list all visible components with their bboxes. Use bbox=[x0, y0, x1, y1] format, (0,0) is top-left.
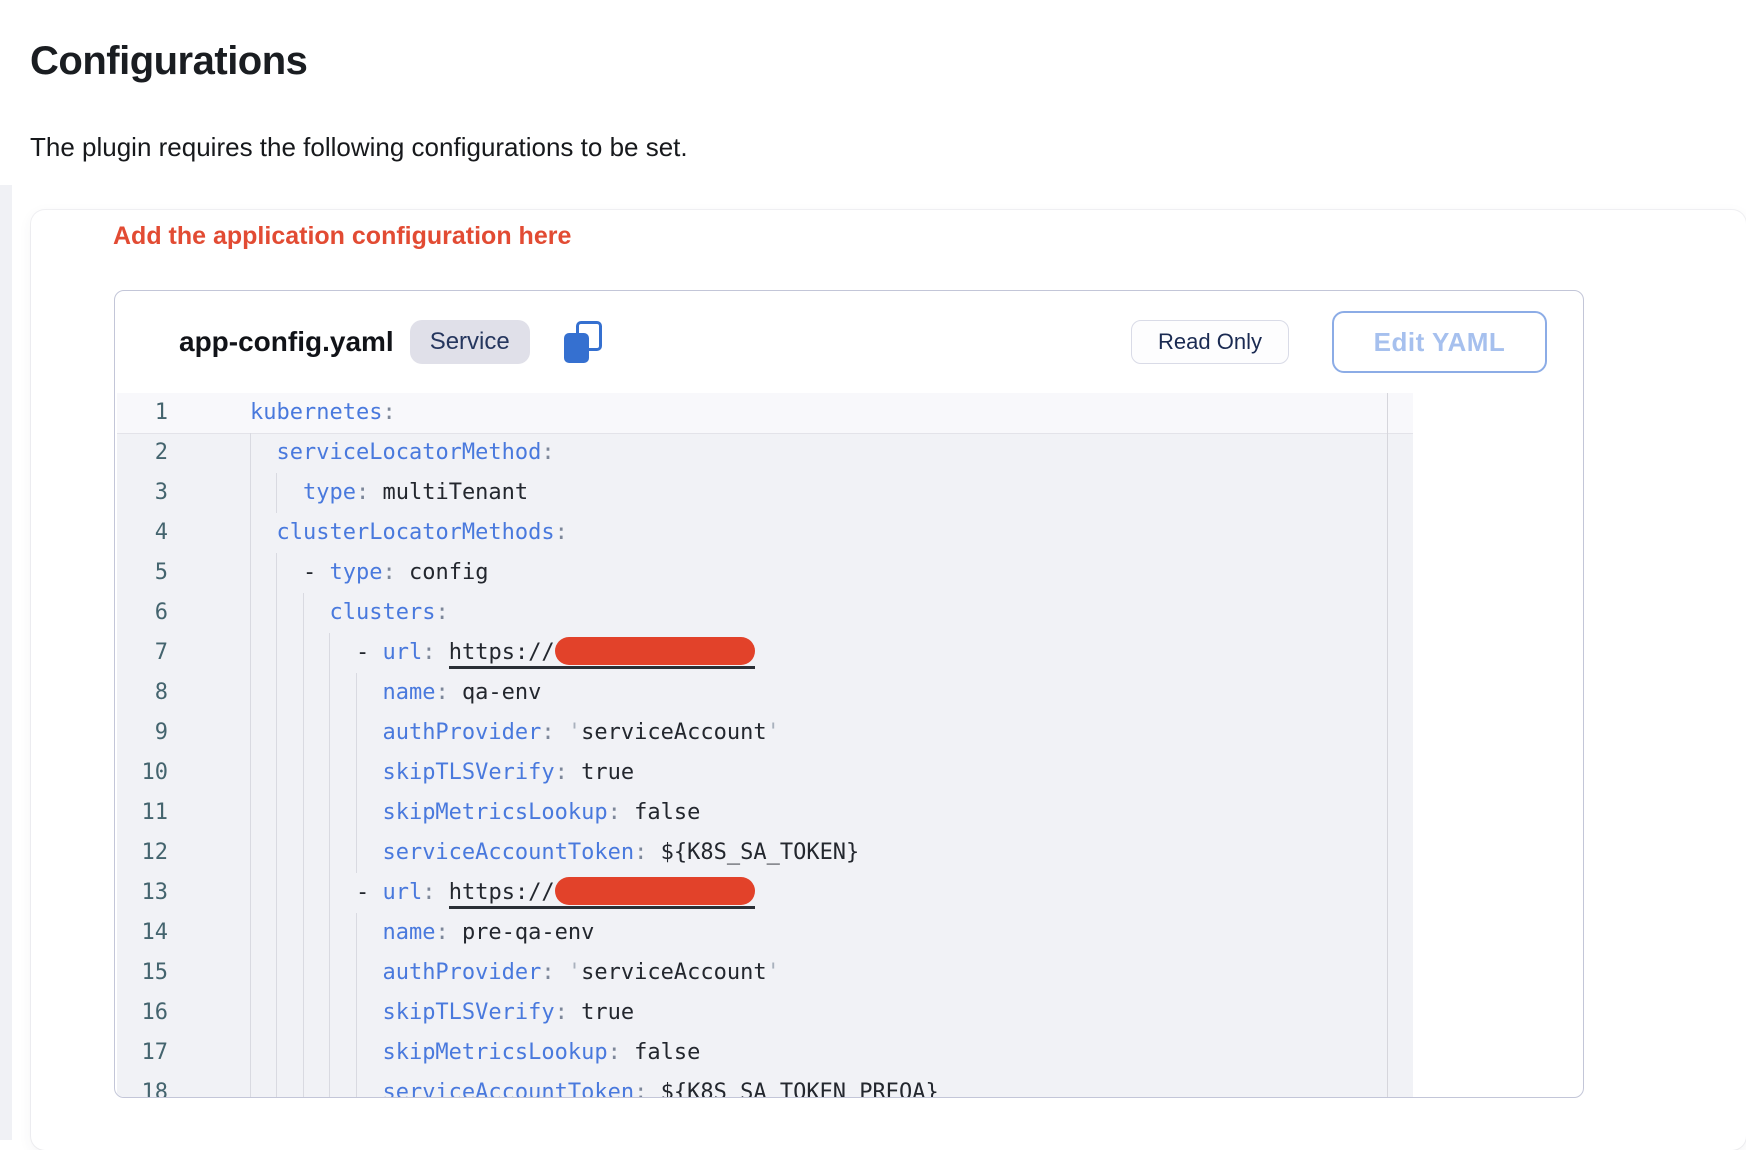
code-line: 13 - url: https:// bbox=[117, 873, 1388, 913]
line-number: 5 bbox=[117, 553, 168, 593]
vertical-scrollbar[interactable] bbox=[1387, 393, 1413, 1098]
code-text: skipMetricsLookup: false bbox=[250, 793, 700, 833]
code-editor[interactable]: 1kubernetes:2 serviceLocatorMethod:3 typ… bbox=[117, 393, 1413, 1098]
line-number: 12 bbox=[117, 833, 168, 873]
line-number: 18 bbox=[117, 1073, 168, 1098]
code-line: 2 serviceLocatorMethod: bbox=[117, 433, 1388, 473]
line-number: 1 bbox=[117, 393, 168, 433]
code-lines: 1kubernetes:2 serviceLocatorMethod:3 typ… bbox=[117, 393, 1388, 1098]
editor-header: app-config.yaml Service Read Only Edit Y… bbox=[115, 291, 1583, 393]
redacted-url bbox=[555, 637, 755, 665]
code-line: 8 name: qa-env bbox=[117, 673, 1388, 713]
code-line: 10 skipTLSVerify: true bbox=[117, 753, 1388, 793]
line-number: 11 bbox=[117, 793, 168, 833]
line-number: 14 bbox=[117, 913, 168, 953]
line-number: 6 bbox=[117, 593, 168, 633]
code-text: type: multiTenant bbox=[250, 473, 528, 513]
code-text: clusters: bbox=[250, 593, 449, 633]
code-line: 16 skipTLSVerify: true bbox=[117, 993, 1388, 1033]
line-number: 4 bbox=[117, 513, 168, 553]
code-text: skipMetricsLookup: false bbox=[250, 1033, 700, 1073]
copy-icon-front bbox=[564, 333, 589, 363]
line-number: 16 bbox=[117, 993, 168, 1033]
code-line: 12 serviceAccountToken: ${K8S_SA_TOKEN} bbox=[117, 833, 1388, 873]
line-number: 10 bbox=[117, 753, 168, 793]
line-number: 7 bbox=[117, 633, 168, 673]
code-line: 7 - url: https:// bbox=[117, 633, 1388, 673]
code-line: 18 serviceAccountToken: ${K8S_SA_TOKEN_P… bbox=[117, 1073, 1388, 1098]
page-title: Configurations bbox=[30, 39, 307, 84]
filename-label: app-config.yaml bbox=[179, 326, 394, 358]
code-line: 15 authProvider: 'serviceAccount' bbox=[117, 953, 1388, 993]
code-text: serviceAccountToken: ${K8S_SA_TOKEN_PREQ… bbox=[250, 1073, 939, 1098]
code-text: skipTLSVerify: true bbox=[250, 753, 634, 793]
line-number: 17 bbox=[117, 1033, 168, 1073]
copy-button[interactable] bbox=[564, 321, 602, 363]
url-link[interactable]: https:// bbox=[449, 880, 755, 909]
code-text: authProvider: 'serviceAccount' bbox=[250, 953, 780, 993]
code-line: 4 clusterLocatorMethods: bbox=[117, 513, 1388, 553]
code-line: 1 kubernetes: bbox=[117, 393, 1388, 433]
code-line: 3 type: multiTenant bbox=[117, 473, 1388, 513]
code-text: serviceLocatorMethod: bbox=[250, 433, 555, 473]
code-line: 5 - type: config bbox=[117, 553, 1388, 593]
line-number: 3 bbox=[117, 473, 168, 513]
code-line: 6 clusters: bbox=[117, 593, 1388, 633]
code-text: - type: config bbox=[250, 553, 488, 593]
config-instruction-heading: Add the application configuration here bbox=[113, 222, 571, 251]
edit-yaml-button[interactable]: Edit YAML bbox=[1332, 311, 1547, 373]
yaml-editor-card: app-config.yaml Service Read Only Edit Y… bbox=[114, 290, 1584, 1098]
line-number: 15 bbox=[117, 953, 168, 993]
code-line: 17 skipMetricsLookup: false bbox=[117, 1033, 1388, 1073]
url-link[interactable]: https:// bbox=[449, 640, 755, 669]
code-line: 11 skipMetricsLookup: false bbox=[117, 793, 1388, 833]
service-badge: Service bbox=[410, 320, 530, 364]
code-line: 9 authProvider: 'serviceAccount' bbox=[117, 713, 1388, 753]
code-text: serviceAccountToken: ${K8S_SA_TOKEN} bbox=[250, 833, 859, 873]
code-line: 14 name: pre-qa-env bbox=[117, 913, 1388, 953]
line-number: 8 bbox=[117, 673, 168, 713]
code-text: - url: https:// bbox=[250, 873, 755, 913]
code-text: skipTLSVerify: true bbox=[250, 993, 634, 1033]
line-number: 2 bbox=[117, 433, 168, 473]
read-only-button[interactable]: Read Only bbox=[1131, 320, 1289, 364]
redacted-url bbox=[555, 877, 755, 905]
code-text: name: pre-qa-env bbox=[250, 913, 594, 953]
code-text: - url: https:// bbox=[250, 633, 755, 673]
code-text: authProvider: 'serviceAccount' bbox=[250, 713, 780, 753]
code-text: name: qa-env bbox=[250, 673, 541, 713]
code-text: kubernetes: bbox=[250, 393, 396, 433]
line-number: 9 bbox=[117, 713, 168, 753]
left-gutter-strip bbox=[0, 185, 12, 1140]
page-subtitle: The plugin requires the following config… bbox=[30, 132, 688, 163]
line-number: 13 bbox=[117, 873, 168, 913]
code-text: clusterLocatorMethods: bbox=[250, 513, 568, 553]
